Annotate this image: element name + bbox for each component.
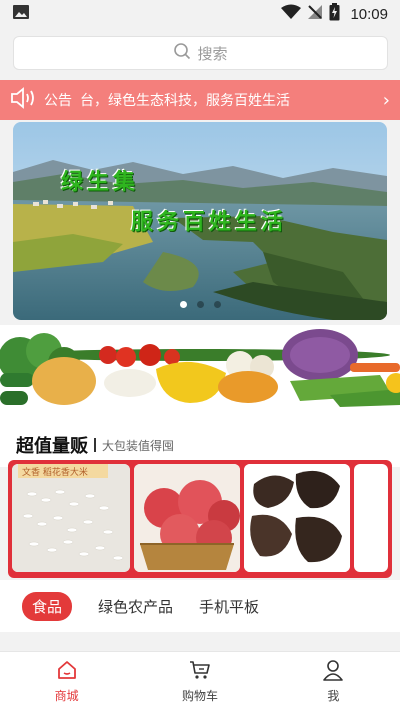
speaker-icon — [10, 87, 38, 113]
apple-product-image — [134, 464, 240, 572]
chevron-right-icon: › — [382, 89, 390, 111]
banner-title: 绿生集 — [61, 169, 140, 195]
home-icon — [56, 659, 78, 685]
tab-green-produce[interactable]: 绿色农产品 — [98, 596, 173, 617]
gallery-notification-icon — [12, 4, 30, 24]
user-icon — [322, 659, 344, 685]
nav-item-cart[interactable]: 购物车 — [133, 652, 266, 711]
deal-card-mushroom[interactable] — [244, 464, 350, 572]
bottom-navigation: 商城 购物车 我 — [0, 651, 400, 711]
notice-text: 台，绿色生态科技，服务百姓生活 — [80, 93, 290, 109]
tab-food[interactable]: 食品 — [22, 591, 73, 621]
carousel-dot[interactable] — [179, 301, 187, 308]
nav-item-me[interactable]: 我 — [267, 652, 400, 711]
banner-carousel[interactable]: 绿生集 服务百姓生活 — [13, 122, 387, 320]
deal-card-more[interactable] — [354, 464, 388, 572]
wifi-icon — [281, 4, 302, 24]
nav-label-me: 我 — [327, 689, 340, 703]
search-input[interactable]: 搜索 — [13, 36, 388, 70]
carousel-dot[interactable] — [196, 301, 204, 308]
search-placeholder: 搜索 — [197, 44, 228, 63]
deal-card-apple[interactable] — [134, 464, 240, 572]
section-title: 超值量贩 — [16, 436, 88, 457]
nav-label-mall: 商城 — [54, 689, 79, 703]
category-tabs: 食品 绿色农产品 手机平板 — [0, 580, 400, 632]
battery-icon — [329, 3, 340, 25]
cart-icon — [189, 659, 211, 685]
signal-off-icon — [307, 4, 323, 24]
nav-item-mall[interactable]: 商城 — [0, 652, 133, 711]
mushroom-product-image — [244, 464, 350, 572]
search-icon — [173, 42, 191, 64]
status-bar: 10:09 — [0, 0, 400, 28]
search-area: 搜索 — [0, 28, 400, 80]
status-time: 10:09 — [350, 5, 388, 23]
carousel-dot[interactable] — [213, 301, 221, 308]
banner-slogan: 服务百姓生活 — [131, 209, 288, 235]
tab-phones-tablets[interactable]: 手机平板 — [199, 596, 259, 617]
rice-product-image — [12, 464, 130, 572]
section-subtitle: 大包装值得囤 — [102, 438, 175, 453]
rice-brand-tag: 文香 稻花香大米 — [22, 468, 88, 478]
vegetables-banner-image[interactable] — [0, 325, 400, 423]
carousel-dots — [13, 301, 387, 308]
notice-label: 公告 — [44, 93, 72, 109]
nav-label-cart: 购物车 — [181, 689, 218, 703]
section-divider — [94, 438, 96, 452]
notice-bar[interactable]: 公告 台，绿色生态科技，服务百姓生活 › — [0, 80, 400, 120]
deal-card-rice[interactable]: 文香 稻花香大米 — [12, 464, 130, 572]
bulk-deals-panel: 文香 稻花香大米 — [8, 460, 392, 578]
